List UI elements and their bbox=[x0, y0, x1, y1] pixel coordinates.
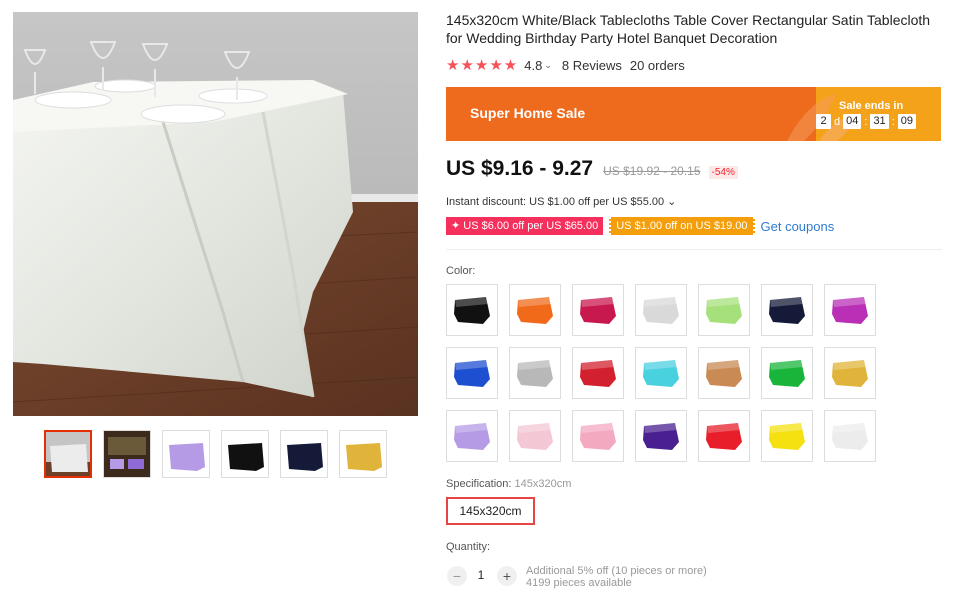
tablecloth-lime-icon bbox=[706, 297, 742, 324]
specification-option-145x320[interactable]: 145x320cm bbox=[446, 497, 535, 525]
banner-title: Super Home Sale bbox=[470, 105, 586, 121]
coupon-1-off[interactable]: US $1.00 off on US $19.00 bbox=[609, 217, 755, 235]
coupon-6-off[interactable]: ✦ US $6.00 off per US $65.00 bbox=[446, 217, 604, 235]
tablecloth-tan-icon bbox=[706, 360, 742, 387]
tablecloth-light-pink-icon bbox=[517, 423, 553, 450]
stock-available-note: 4199 pieces available bbox=[526, 577, 632, 589]
star-rating-icon: ★★★★★ bbox=[446, 57, 519, 74]
main-product-image[interactable] bbox=[13, 12, 418, 416]
specification-label: Specification: 145x320cm bbox=[446, 478, 571, 490]
instant-discount[interactable]: Instant discount: US $1.00 off per US $5… bbox=[446, 195, 676, 208]
specification-label-text: Specification: bbox=[446, 478, 512, 490]
reviews-link[interactable]: 8 Reviews bbox=[562, 58, 622, 73]
color-swatch-aqua[interactable] bbox=[635, 347, 687, 399]
sale-ends-label: Sale ends in bbox=[839, 100, 904, 112]
thumbnail-gold[interactable] bbox=[339, 430, 387, 478]
tablecloth-photo bbox=[13, 12, 418, 416]
tablecloth-purple-icon bbox=[832, 297, 868, 324]
color-swatch-lime[interactable] bbox=[698, 284, 750, 336]
color-swatch-lavender[interactable] bbox=[446, 410, 498, 462]
color-swatch-navy[interactable] bbox=[761, 284, 813, 336]
countdown-separator: : bbox=[891, 115, 895, 128]
thumbnail-lavender[interactable] bbox=[162, 430, 210, 478]
original-price: US $19.92 - 20.15 bbox=[603, 164, 701, 178]
tablecloth-gold-icon bbox=[832, 360, 868, 387]
quantity-value[interactable]: 1 bbox=[470, 568, 492, 582]
color-swatch-yellow[interactable] bbox=[761, 410, 813, 462]
current-price: US $9.16 - 9.27 bbox=[446, 157, 594, 180]
countdown-days: 2 bbox=[816, 114, 831, 129]
color-swatch-silver-white[interactable] bbox=[635, 284, 687, 336]
color-swatch-orange[interactable] bbox=[509, 284, 561, 336]
tablecloth-black-icon bbox=[454, 297, 490, 324]
bulk-discount-note: Additional 5% off (10 pieces or more) bbox=[526, 565, 707, 577]
tablecloth-yellow-icon bbox=[769, 423, 805, 450]
quantity-decrease-button[interactable]: − bbox=[447, 566, 467, 586]
discount-badge: -54% bbox=[708, 166, 738, 179]
countdown-minutes: 31 bbox=[870, 114, 889, 129]
color-swatch-rose-red[interactable] bbox=[572, 284, 624, 336]
color-label: Color: bbox=[446, 265, 476, 277]
chevron-down-icon[interactable]: ⌄ bbox=[544, 60, 552, 71]
super-home-sale-banner[interactable]: Super Home Sale Sale ends in 2 d 04 : 31… bbox=[446, 87, 941, 141]
rating-row: ★★★★★ 4.8 ⌄ 8 Reviews 20 orders bbox=[446, 56, 685, 74]
tablecloth-violet-icon bbox=[643, 423, 679, 450]
thumbnail-strip bbox=[44, 430, 389, 478]
thumbnail-white-table[interactable] bbox=[44, 430, 92, 478]
orders-count: 20 orders bbox=[629, 57, 685, 73]
thumbnail-navy[interactable] bbox=[280, 430, 328, 478]
color-swatch-tan[interactable] bbox=[698, 347, 750, 399]
color-swatch-grey[interactable] bbox=[509, 347, 561, 399]
tablecloth-lavender-icon bbox=[454, 423, 490, 450]
tablecloth-navy-icon bbox=[769, 297, 805, 324]
coupon-row: ✦ US $6.00 off per US $65.00 US $1.00 of… bbox=[446, 217, 834, 235]
tablecloth-red-icon bbox=[580, 360, 616, 387]
rating-score[interactable]: 4.8 bbox=[524, 58, 542, 73]
tablecloth-scarlet-icon bbox=[706, 423, 742, 450]
countdown-seconds: 09 bbox=[897, 114, 916, 129]
tablecloth-white-icon bbox=[832, 423, 868, 450]
section-divider bbox=[446, 249, 942, 250]
color-swatch-purple[interactable] bbox=[824, 284, 876, 336]
tablecloth-pink-icon bbox=[580, 423, 616, 450]
tablecloth-silver-white-icon bbox=[643, 297, 679, 324]
get-coupons-link[interactable]: Get coupons bbox=[761, 219, 835, 234]
thumbnail-black[interactable] bbox=[221, 430, 269, 478]
color-swatch-white[interactable] bbox=[824, 410, 876, 462]
product-title: 145x320cm White/Black Tablecloths Table … bbox=[446, 12, 931, 46]
color-swatch-light-pink[interactable] bbox=[509, 410, 561, 462]
tablecloth-rose-red-icon bbox=[580, 297, 616, 324]
color-swatch-royal-blue[interactable] bbox=[446, 347, 498, 399]
price-row: US $9.16 - 9.27 US $19.92 - 20.15 -54% bbox=[446, 157, 738, 183]
countdown-hours: 04 bbox=[843, 114, 862, 129]
tablecloth-orange-icon bbox=[517, 297, 553, 324]
tablecloth-green-icon bbox=[769, 360, 805, 387]
tablecloth-grey-icon bbox=[517, 360, 553, 387]
thumbnail-banquet-scene[interactable] bbox=[103, 430, 151, 478]
tablecloth-royal-blue-icon bbox=[454, 360, 490, 387]
countdown-timer: 2 d 04 : 31 : 09 bbox=[816, 114, 916, 129]
tablecloth-aqua-icon bbox=[643, 360, 679, 387]
color-swatch-red[interactable] bbox=[572, 347, 624, 399]
color-swatch-green[interactable] bbox=[761, 347, 813, 399]
color-swatch-scarlet[interactable] bbox=[698, 410, 750, 462]
quantity-label: Quantity: bbox=[446, 541, 491, 553]
specification-selected-value: 145x320cm bbox=[514, 478, 572, 490]
color-swatch-black[interactable] bbox=[446, 284, 498, 336]
color-swatch-gold[interactable] bbox=[824, 347, 876, 399]
quantity-increase-button[interactable]: + bbox=[497, 566, 517, 586]
color-swatch-pink[interactable] bbox=[572, 410, 624, 462]
color-swatch-violet[interactable] bbox=[635, 410, 687, 462]
quantity-note: Additional 5% off (10 pieces or more) 41… bbox=[526, 565, 707, 589]
countdown-days-unit: d bbox=[834, 115, 841, 128]
countdown-separator: : bbox=[864, 115, 868, 128]
